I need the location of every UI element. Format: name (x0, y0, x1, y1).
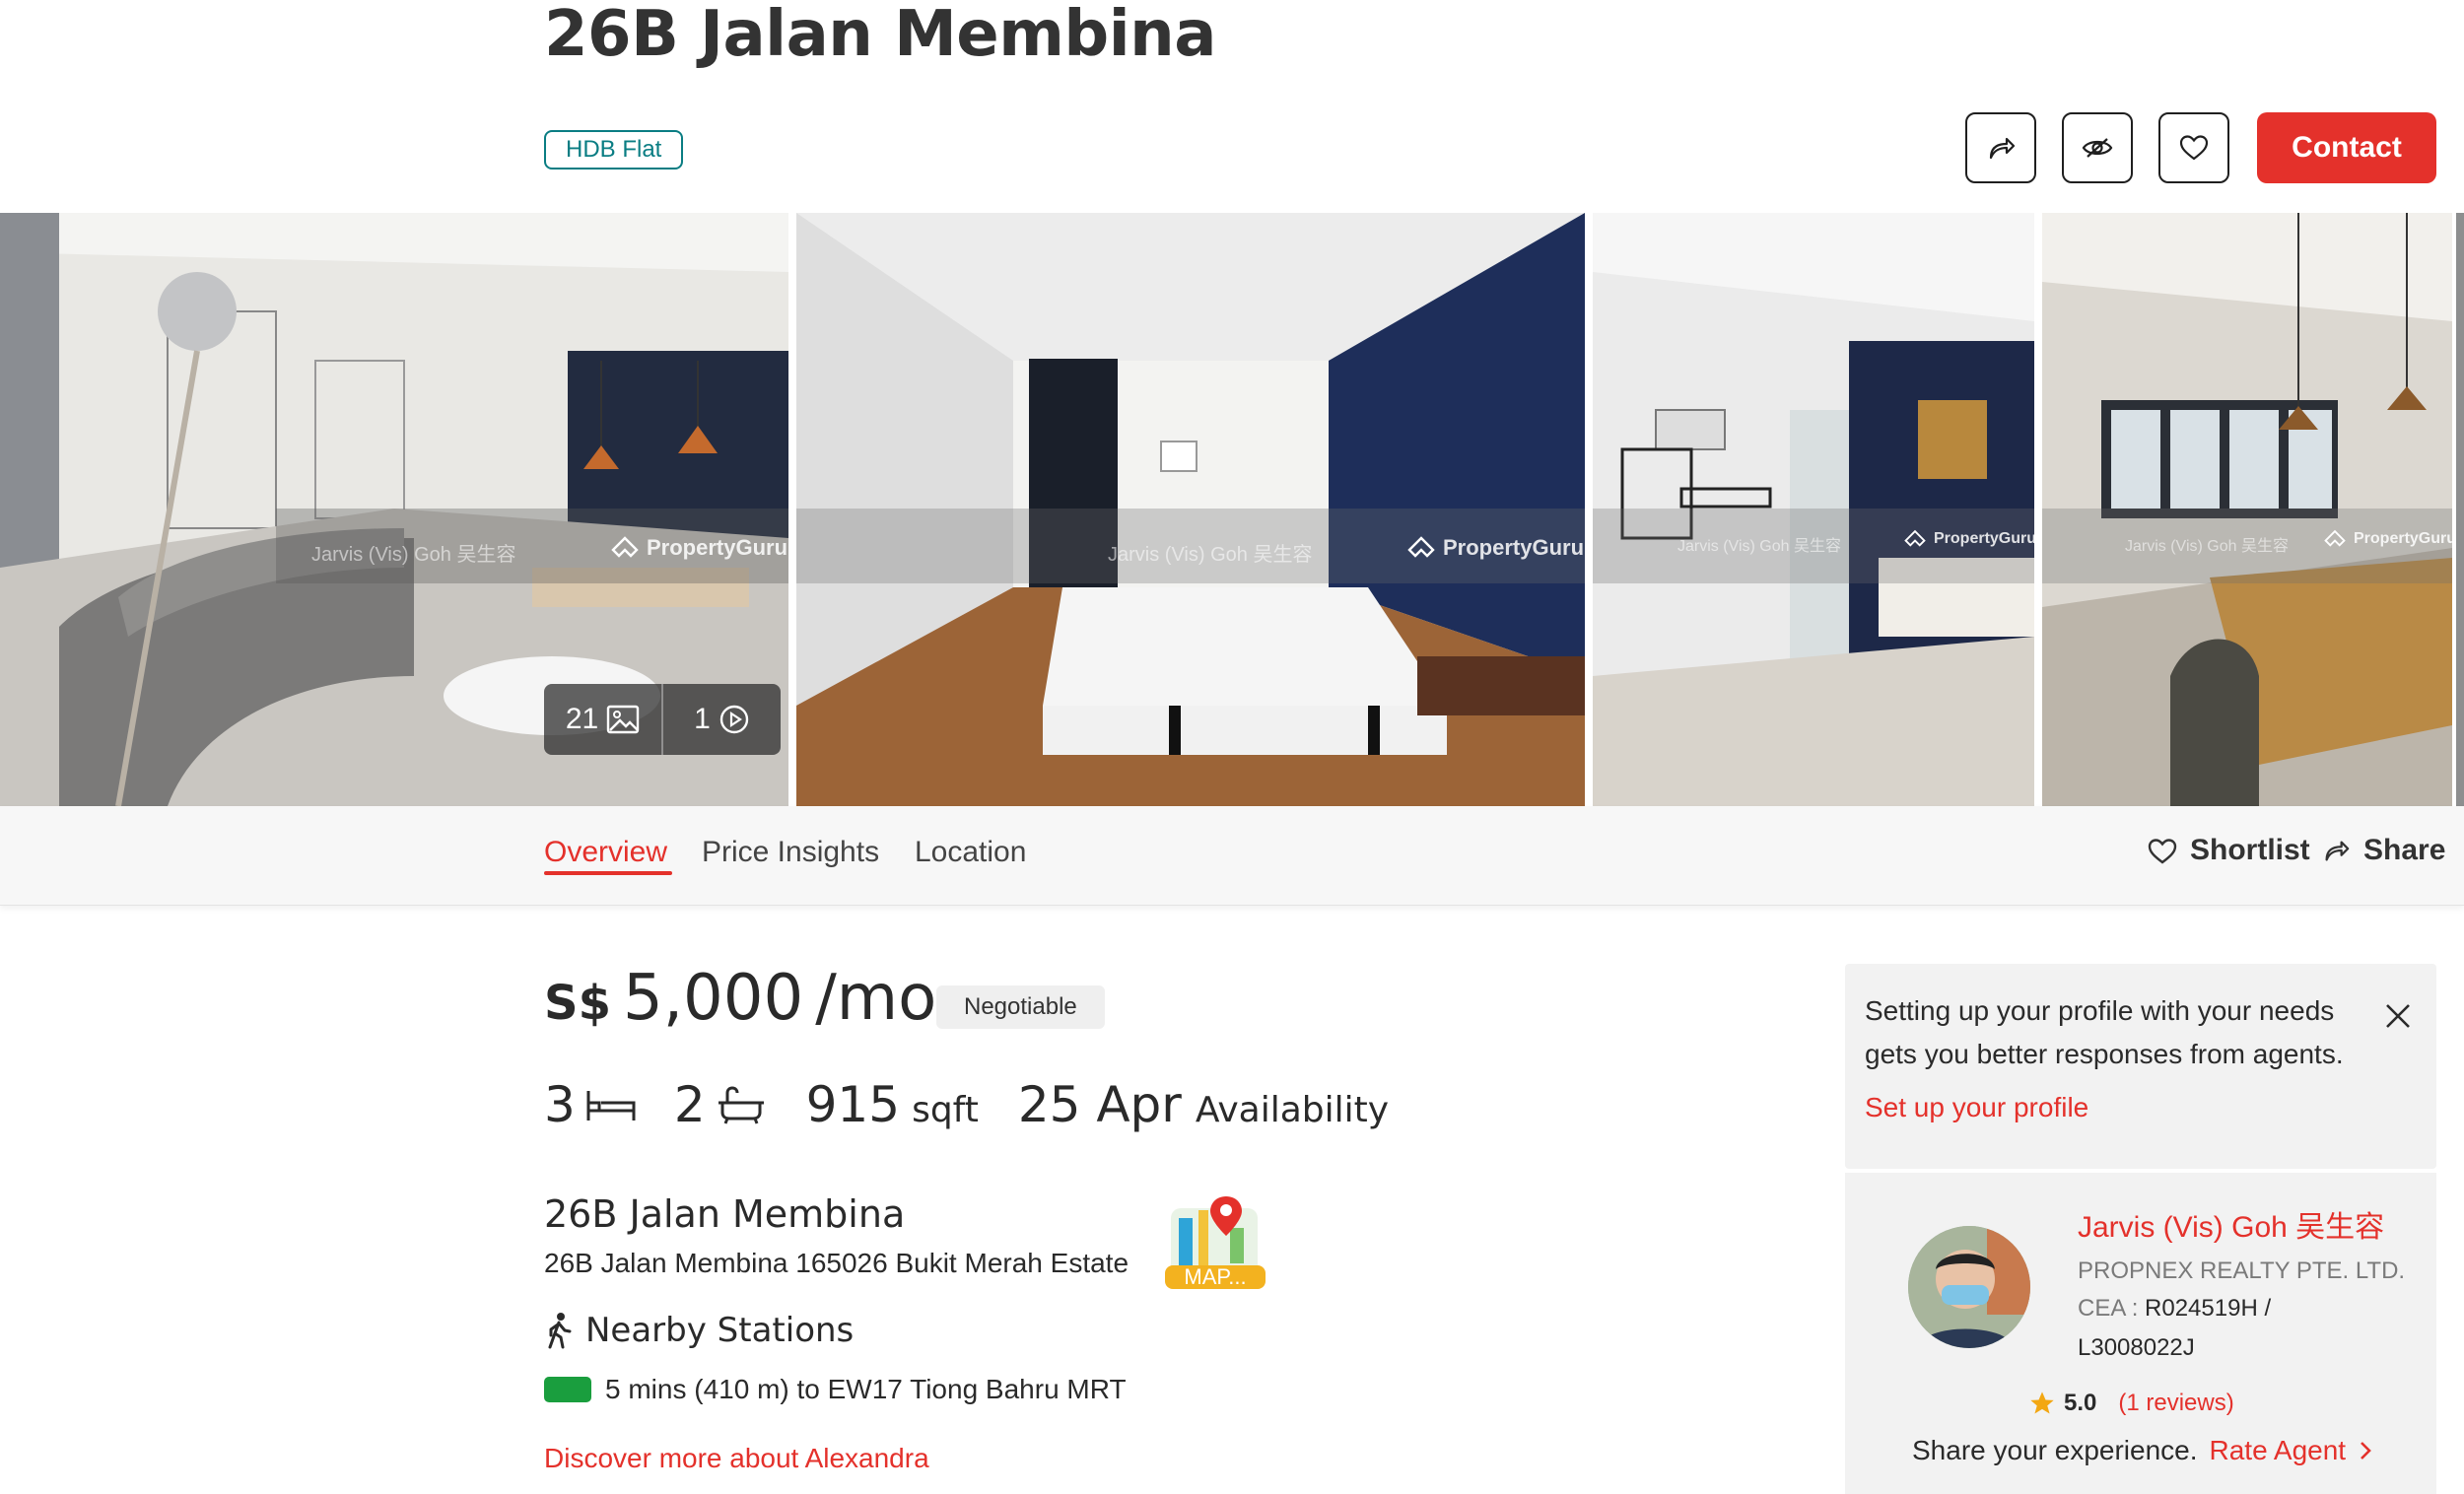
reviews-link[interactable]: (1 reviews) (2118, 1390, 2233, 1417)
watermark-agent: Jarvis (Vis) Goh 吴生容 (311, 544, 516, 566)
gallery-photo-bedroom[interactable]: Jarvis (Vis) Goh 吴生容 PropertyGuru (796, 213, 1585, 806)
watermark-agent: Jarvis (Vis) Goh 吴生容 (1108, 544, 1313, 566)
property-type-badge: HDB Flat (544, 130, 684, 170)
agent-card: Jarvis (Vis) Goh 吴生容 PROPNEX REALTY PTE.… (1845, 1173, 2436, 1494)
agent-rating: 5.0 (1 reviews) (2028, 1390, 2234, 1417)
share-button[interactable] (1965, 112, 2036, 183)
active-tab-indicator (544, 871, 672, 875)
gallery-photo-study[interactable]: Jarvis (Vis) Goh 吴生容 PropertyGuru (1593, 213, 2034, 806)
map-label: MAP... (1184, 1264, 1247, 1289)
rate-agent-row: Share your experience. Rate Agent (1912, 1435, 2373, 1466)
property-specs: 3 2 915 sqft 25 Apr Availability (544, 1076, 1389, 1133)
watermark-agent: Jarvis (Vis) Goh 吴生容 (2125, 538, 2289, 555)
contact-button[interactable]: Contact (2257, 112, 2436, 183)
share-tab-button[interactable]: Share (2320, 834, 2445, 867)
ew-line-indicator (544, 1377, 591, 1402)
watermark-brand: PropertyGuru (611, 534, 787, 562)
share-arrow-icon (1985, 132, 2017, 164)
price-amount: 5,000 (622, 962, 804, 1035)
cea-line: CEA : R024519H / (2078, 1295, 2272, 1322)
bathroom-count: 2 (673, 1076, 706, 1133)
page-title: 26B Jalan Membina (544, 0, 1216, 71)
photo-gallery[interactable]: Jarvis (Vis) Goh 吴生容 PropertyGuru Jarvis… (0, 213, 2464, 806)
image-icon (606, 705, 640, 734)
floor-area-unit: sqft (912, 1090, 979, 1130)
cea-number: R024519H / (2145, 1295, 2272, 1322)
chevron-right-icon (2358, 1439, 2373, 1462)
close-icon (2383, 1001, 2413, 1031)
hide-listing-button[interactable] (2062, 112, 2133, 183)
photo-count[interactable]: 21 (544, 684, 663, 755)
heart-icon (2178, 132, 2210, 164)
share-arrow-icon (2320, 836, 2352, 865)
tab-price-insights[interactable]: Price Insights (702, 836, 879, 869)
watermark-brand: PropertyGuru (2324, 528, 2452, 550)
favorite-button[interactable] (2158, 112, 2229, 183)
bedroom-count: 3 (544, 1076, 576, 1133)
gallery-photo-partial[interactable] (2456, 213, 2464, 806)
nearby-stations-heading: Nearby Stations (544, 1311, 854, 1350)
profile-prompt-text: Setting up your profile with your needs … (1865, 995, 2344, 1069)
tab-overview[interactable]: Overview (544, 836, 667, 869)
propertyguru-logo-icon (1904, 528, 1926, 550)
close-button[interactable] (2383, 1001, 2413, 1031)
walking-person-icon (544, 1312, 574, 1349)
propertyguru-logo-icon (1407, 534, 1435, 562)
shortlist-button[interactable]: Shortlist (2147, 834, 2310, 867)
star-icon (2028, 1390, 2056, 1417)
play-icon (719, 704, 750, 735)
bathtub-icon (716, 1085, 767, 1124)
avatar[interactable] (1908, 1226, 2030, 1348)
price-currency: S$ (544, 976, 611, 1031)
address-full: 26B Jalan Membina 165026 Bukit Merah Est… (544, 1248, 1129, 1278)
rate-agent-link[interactable]: Rate Agent (2210, 1435, 2347, 1466)
availability-label: Availability (1195, 1090, 1390, 1130)
section-tab-bar (0, 806, 2464, 906)
watermark-brand: PropertyGuru (1407, 534, 1584, 562)
price-row: S$ 5,000 /mo (544, 962, 936, 1035)
propertyguru-logo-icon (2324, 528, 2346, 550)
agency-name: PROPNEX REALTY PTE. LTD. (2078, 1257, 2406, 1284)
bed-icon (585, 1085, 637, 1124)
address-title: 26B Jalan Membina (544, 1192, 906, 1236)
video-count[interactable]: 1 (663, 684, 781, 755)
tab-location[interactable]: Location (915, 836, 1026, 869)
setup-profile-link[interactable]: Set up your profile (1865, 1092, 2088, 1123)
agent-name-link[interactable]: Jarvis (Vis) Goh 吴生容 (2078, 1202, 2384, 1246)
eye-hide-icon (2081, 131, 2114, 165)
cea-number-2: L3008022J (2078, 1334, 2195, 1361)
media-counter[interactable]: 21 1 (544, 684, 781, 755)
discover-area-link[interactable]: Discover more about Alexandra (544, 1443, 929, 1474)
profile-prompt-card: Setting up your profile with your needs … (1845, 964, 2436, 1169)
heart-icon (2147, 836, 2178, 865)
price-period: /mo (815, 962, 937, 1035)
propertyguru-logo-icon (611, 534, 639, 562)
map-button[interactable]: MAP... (1165, 1188, 1266, 1289)
watermark-agent: Jarvis (Vis) Goh 吴生容 (1677, 538, 1841, 555)
watermark-brand: PropertyGuru (1904, 528, 2034, 550)
gallery-photo-dining[interactable]: Jarvis (Vis) Goh 吴生容 PropertyGuru (2042, 213, 2452, 806)
negotiable-badge: Negotiable (936, 985, 1105, 1029)
floor-area: 915 (805, 1076, 901, 1133)
availability-date: 25 Apr (1017, 1076, 1182, 1133)
mrt-station-row: 5 mins (410 m) to EW17 Tiong Bahru MRT (544, 1374, 1127, 1405)
